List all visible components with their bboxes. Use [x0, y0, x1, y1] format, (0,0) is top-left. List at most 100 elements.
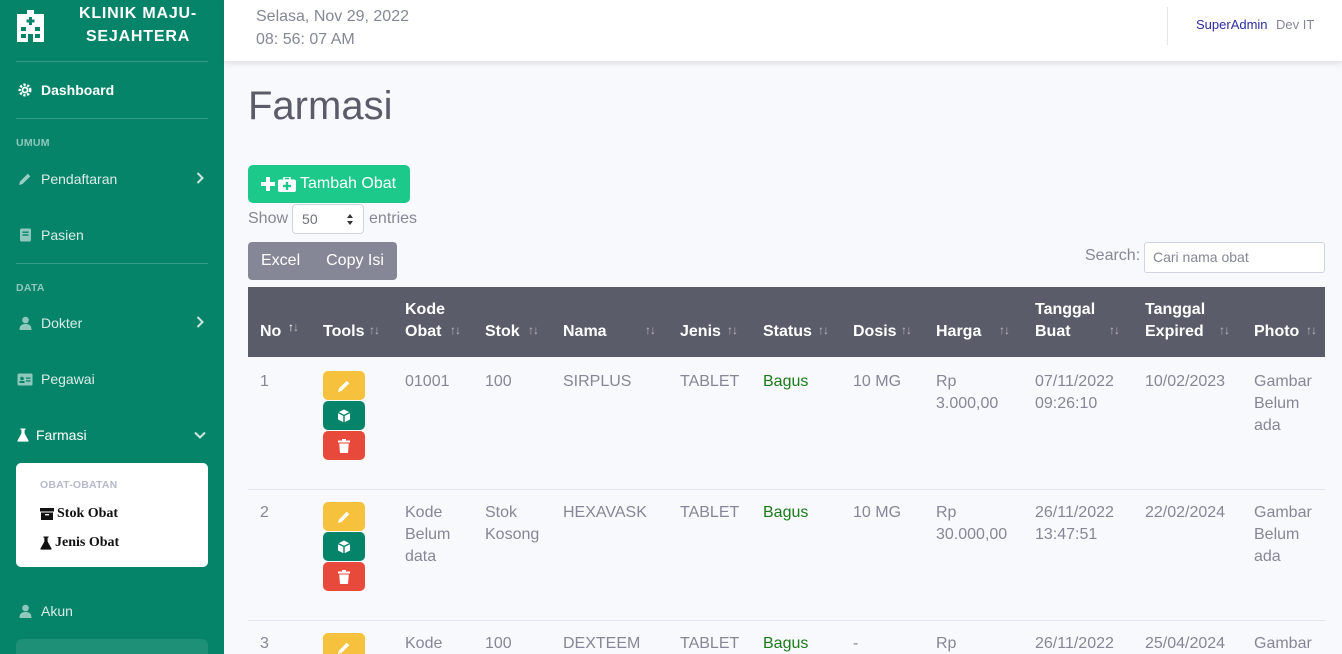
- pencil-icon: [338, 511, 350, 523]
- search-input[interactable]: Cari nama obat: [1144, 242, 1325, 273]
- row-divider: [248, 620, 1325, 621]
- sidebar-divider: [16, 263, 208, 264]
- table-header: No ↑↓ Tools ↑↓ Kode Obat ↑↓ Stok ↑↓ Nama …: [248, 287, 1325, 357]
- copy-button[interactable]: Copy Isi: [313, 242, 397, 280]
- sort-icon[interactable]: ↑↓: [450, 323, 461, 337]
- sidebar-item-label: Pendaftaran: [41, 171, 118, 187]
- sidebar-brand[interactable]: KLINIK MAJU- SEJAHTERA: [0, 0, 224, 62]
- chevron-right-icon: [196, 172, 204, 184]
- stock-box-button[interactable]: [323, 532, 365, 561]
- sidebar-toggle-button[interactable]: [16, 639, 208, 654]
- sort-icon[interactable]: ↑↓: [369, 323, 380, 337]
- topbar-divider: [1167, 7, 1168, 45]
- pencil-icon: [338, 642, 350, 654]
- column-header-stok[interactable]: Stok: [485, 321, 520, 343]
- cell-tanggal-expired: 22/02/2024: [1145, 504, 1226, 521]
- sidebar-item-label: Akun: [41, 603, 73, 619]
- cell-stok: 100: [485, 635, 512, 652]
- select-arrows-icon: [347, 214, 354, 225]
- sidebar-item-farmasi[interactable]: Farmasi: [16, 423, 208, 447]
- column-header-tanggal-buat[interactable]: Tanggal Buat: [1035, 299, 1095, 343]
- cell-photo: Gambar: [1254, 635, 1312, 652]
- export-button-group: Excel Copy Isi: [248, 242, 397, 280]
- brand-name: KLINIK MAJU- SEJAHTERA: [78, 5, 198, 45]
- farmasi-submenu: OBAT-OBATAN Stok Obat Jenis Obat: [16, 463, 208, 567]
- sort-icon[interactable]: ↑↓: [645, 323, 656, 337]
- sort-icon[interactable]: ↑↓: [901, 323, 912, 337]
- sort-icon[interactable]: ↑↓: [288, 320, 299, 334]
- cell-jenis: TABLET: [680, 635, 740, 652]
- sidebar-item-label: Dokter: [41, 315, 83, 331]
- delete-button[interactable]: [323, 562, 365, 591]
- sidebar-item-dashboard[interactable]: Dashboard: [16, 78, 208, 102]
- sidebar-item-pegawai[interactable]: Pegawai: [16, 367, 208, 391]
- pencil-icon: [16, 171, 34, 187]
- cell-kode: Kode Belum data: [405, 504, 451, 565]
- user-name[interactable]: SuperAdmin: [1196, 17, 1268, 32]
- column-header-tanggal-expired[interactable]: Tanggal Expired: [1145, 299, 1205, 343]
- cell-status: Bagus: [763, 373, 809, 390]
- column-header-nama[interactable]: Nama: [563, 321, 607, 343]
- sort-icon[interactable]: ↑↓: [818, 323, 829, 337]
- cell-jenis: TABLET: [680, 373, 740, 390]
- sidebar-item-pendaftaran[interactable]: Pendaftaran: [16, 167, 208, 191]
- add-medicine-button[interactable]: Tambah Obat: [248, 165, 410, 203]
- cell-no: 3: [260, 635, 269, 652]
- sort-icon[interactable]: ↑↓: [999, 323, 1010, 337]
- sort-icon[interactable]: ↑↓: [1109, 323, 1120, 337]
- medkit-icon: [278, 176, 296, 192]
- chevron-down-icon: [194, 431, 206, 439]
- submenu-heading: OBAT-OBATAN: [40, 479, 118, 491]
- submenu-item-jenis-obat[interactable]: Jenis Obat: [40, 535, 119, 551]
- column-header-tools[interactable]: Tools: [323, 321, 364, 343]
- sort-icon[interactable]: ↑↓: [528, 323, 539, 337]
- sidebar-heading-umum: UMUM: [16, 137, 50, 149]
- cell-dosis: -: [853, 635, 859, 652]
- column-header-dosis[interactable]: Dosis: [853, 321, 897, 343]
- cell-dosis: 10 MG: [853, 373, 902, 390]
- column-header-no[interactable]: No: [260, 321, 281, 343]
- column-header-harga[interactable]: Harga: [936, 321, 981, 343]
- cell-status: Bagus: [763, 504, 809, 521]
- entries-label: entries: [369, 210, 418, 227]
- cell-stok: Stok Kosong: [485, 504, 540, 543]
- sidebar-item-pasien[interactable]: Pasien: [16, 223, 208, 247]
- excel-button[interactable]: Excel: [248, 242, 313, 280]
- cell-harga: Rp 3.000,00: [936, 373, 999, 412]
- sidebar-item-dokter[interactable]: Dokter: [16, 311, 208, 335]
- submenu-item-label: Stok Obat: [57, 506, 119, 521]
- cell-tanggal-buat: 07/11/2022 09:26:10: [1035, 373, 1114, 412]
- column-header-status[interactable]: Status: [763, 321, 812, 343]
- cell-kode: 01001: [405, 373, 450, 390]
- edit-button[interactable]: [323, 502, 365, 531]
- cube-icon: [337, 409, 351, 422]
- column-header-jenis[interactable]: Jenis: [680, 321, 721, 343]
- sidebar-item-label: Dashboard: [41, 82, 115, 98]
- sidebar-divider: [16, 118, 208, 119]
- edit-button[interactable]: [323, 633, 365, 654]
- delete-button[interactable]: [323, 431, 365, 460]
- cell-status: Bagus: [763, 635, 809, 652]
- entries-select[interactable]: 50: [292, 204, 365, 234]
- column-header-kode-obat[interactable]: Kode Obat: [405, 299, 445, 343]
- sidebar-item-akun[interactable]: Akun: [16, 599, 208, 623]
- chevron-right-icon: [196, 316, 204, 328]
- current-time: 08: 56: 07 AM: [256, 31, 355, 48]
- column-header-photo[interactable]: Photo: [1254, 321, 1299, 343]
- sort-icon[interactable]: ↑↓: [1306, 323, 1317, 337]
- sort-icon[interactable]: ↑↓: [727, 323, 738, 337]
- trash-icon: [338, 438, 350, 453]
- search-label: Search:: [1085, 247, 1141, 264]
- sort-icon[interactable]: ↑↓: [1219, 323, 1230, 337]
- topbar: Selasa, Nov 29, 2022 08: 56: 07 AM Super…: [224, 0, 1342, 61]
- stock-box-button[interactable]: [323, 401, 365, 430]
- user-role[interactable]: Dev IT: [1276, 17, 1314, 32]
- cell-jenis: TABLET: [680, 504, 740, 521]
- cell-tanggal-buat: 26/11/2022 13:47:51: [1035, 504, 1114, 543]
- sidebar-divider: [16, 61, 208, 62]
- current-date: Selasa, Nov 29, 2022: [256, 8, 409, 25]
- submenu-item-stok-obat[interactable]: Stok Obat: [40, 506, 118, 522]
- edit-button[interactable]: [323, 371, 365, 400]
- cell-harga: Rp 30.000,00: [936, 504, 1008, 543]
- flask-icon: [40, 536, 52, 550]
